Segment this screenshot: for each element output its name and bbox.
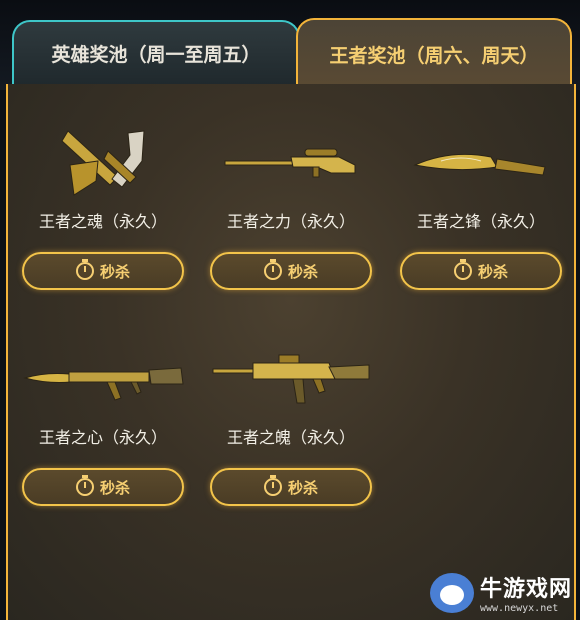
tab-king-pool[interactable]: 王者奖池（周六、周天） xyxy=(296,18,572,88)
tab-hero-pool-label: 英雄奖池（周一至周五） xyxy=(51,43,261,66)
prize-item-2: 王者之力（永久） 秒杀 xyxy=(206,118,376,290)
prize-name: 王者之力（永久） xyxy=(226,212,355,231)
flash-buy-button[interactable]: 秒杀 xyxy=(22,468,184,506)
prize-item-4: 王者之心（永久） 秒杀 xyxy=(18,334,188,506)
knife-icon xyxy=(396,118,566,208)
timer-icon xyxy=(75,259,94,280)
timer-icon xyxy=(263,475,282,496)
crossed-pistol-icon xyxy=(18,118,188,208)
flash-buy-button[interactable]: 秒杀 xyxy=(210,252,372,290)
tab-king-pool-label: 王者奖池（周六、周天） xyxy=(329,44,539,67)
flash-buy-label: 秒杀 xyxy=(99,478,130,497)
flash-buy-button[interactable]: 秒杀 xyxy=(22,252,184,290)
prize-name: 王者之心（永久） xyxy=(38,428,167,447)
flash-buy-label: 秒杀 xyxy=(477,262,508,281)
site-watermark: 牛游戏网 www.newyx.net xyxy=(429,571,572,614)
prize-item-3: 王者之锋（永久） 秒杀 xyxy=(396,118,566,290)
prize-name: 王者之锋（永久） xyxy=(416,212,545,231)
timer-icon xyxy=(75,475,94,496)
prize-name: 王者之魂（永久） xyxy=(38,212,167,231)
prize-name: 王者之魄（永久） xyxy=(226,428,355,447)
prize-item-5: 王者之魄（永久） 秒杀 xyxy=(206,334,376,506)
timer-icon xyxy=(263,259,282,280)
sniper-rifle-icon xyxy=(206,118,376,208)
cow-logo-icon xyxy=(429,572,474,613)
flash-buy-button[interactable]: 秒杀 xyxy=(400,252,562,290)
tab-hero-pool[interactable]: 英雄奖池（周一至周五） xyxy=(12,20,300,84)
flash-buy-label: 秒杀 xyxy=(99,262,130,281)
flash-buy-label: 秒杀 xyxy=(287,478,318,497)
timer-icon xyxy=(453,259,472,280)
watermark-url: www.newyx.net xyxy=(479,603,559,614)
flash-buy-button[interactable]: 秒杀 xyxy=(210,468,372,506)
prize-item-1: 王者之魂（永久） 秒杀 xyxy=(18,118,188,290)
ak-rifle-icon xyxy=(18,334,188,424)
watermark-title: 牛游戏网 xyxy=(479,577,572,602)
flash-buy-label: 秒杀 xyxy=(287,262,318,281)
m4-rifle-icon xyxy=(206,334,376,424)
